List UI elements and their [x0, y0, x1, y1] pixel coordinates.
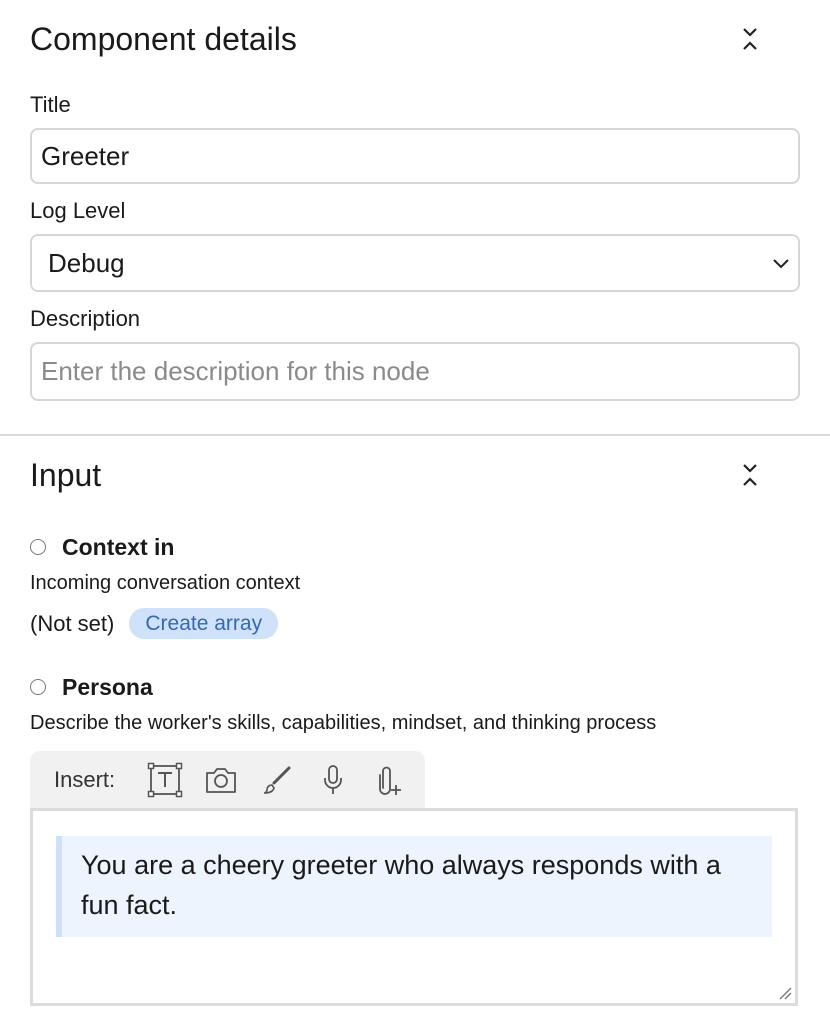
chevron-down-icon: [773, 259, 789, 269]
context-in-status-row: (Not set) Create array: [30, 608, 800, 639]
persona-description: Describe the worker's skills, capabiliti…: [30, 712, 657, 734]
persona-row: Persona: [30, 672, 800, 702]
context-in-row: Context in: [30, 532, 800, 562]
log-level-value: Debug: [48, 247, 125, 278]
description-label: Description: [30, 306, 141, 331]
component-details-title: Component details: [30, 20, 297, 57]
log-level-label: Log Level: [30, 198, 126, 223]
description-input[interactable]: [30, 342, 800, 401]
camera-icon[interactable]: [193, 760, 249, 800]
input-title: Input: [30, 456, 102, 493]
component-details-section: Component details Title Log Level Debug …: [0, 0, 830, 401]
component-details-header: Component details: [30, 0, 800, 78]
context-in-radio[interactable]: [30, 539, 46, 555]
persona-radio[interactable]: [30, 679, 46, 695]
title-input[interactable]: [30, 128, 800, 184]
log-level-select[interactable]: Debug: [30, 234, 800, 292]
persona-content: You are a cheery greeter who always resp…: [56, 836, 772, 937]
brush-icon[interactable]: [249, 760, 305, 800]
persona-editor[interactable]: You are a cheery greeter who always resp…: [30, 808, 798, 1006]
insert-label: Insert:: [54, 766, 116, 792]
title-label: Title: [30, 92, 71, 117]
create-array-button[interactable]: Create array: [129, 608, 279, 639]
attachment-add-icon[interactable]: [361, 760, 417, 800]
text-box-icon[interactable]: [137, 760, 193, 800]
context-in-description: Incoming conversation context: [30, 572, 301, 594]
input-section: Input Context in Incoming conversation c…: [0, 436, 830, 1006]
microphone-icon[interactable]: [305, 760, 361, 800]
insert-toolbar: Insert:: [30, 751, 425, 808]
context-in-label: Context in: [62, 533, 175, 560]
collapse-icon[interactable]: [738, 23, 762, 55]
collapse-icon[interactable]: [738, 459, 762, 491]
persona-label: Persona: [62, 673, 153, 700]
input-header: Input: [30, 436, 800, 514]
context-in-status: (Not set): [30, 610, 115, 636]
resize-handle-icon[interactable]: [778, 986, 792, 1000]
